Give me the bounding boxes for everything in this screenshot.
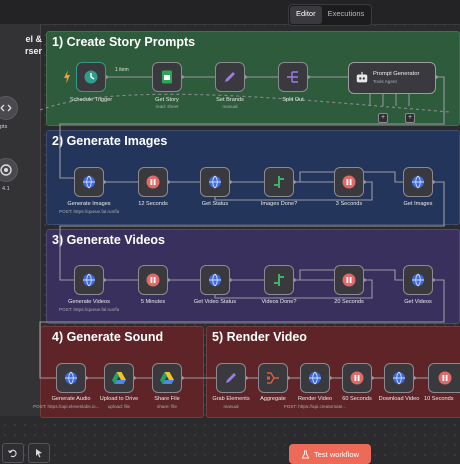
- pause-icon: [146, 175, 160, 189]
- drive-icon: [112, 372, 126, 384]
- node-share-file[interactable]: [152, 363, 182, 393]
- pause-icon: [438, 371, 451, 385]
- globe-icon: [412, 175, 424, 189]
- flask-icon: [301, 449, 310, 459]
- label-schedule-trigger: Schedule Trigger: [69, 97, 113, 103]
- test-workflow-label: Test workflow: [313, 449, 359, 459]
- node-grab-elements[interactable]: [216, 363, 246, 393]
- node-get-images[interactable]: [403, 167, 433, 197]
- label-generate-images: Generate Images: [67, 201, 111, 207]
- node-videos-done[interactable]: [264, 265, 294, 295]
- globe-icon: [412, 273, 424, 287]
- label-images-done: Images Done?: [260, 201, 298, 207]
- label-wait-12-seconds: 12 Seconds: [138, 201, 168, 207]
- node-images-done[interactable]: [264, 167, 294, 197]
- label-share-file: Share File: [154, 396, 180, 402]
- sub-generate-images: POST: https://queue.fal.run/fal...: [59, 209, 119, 214]
- test-workflow-button[interactable]: Test workflow: [289, 444, 371, 464]
- node-wait-12-seconds[interactable]: [138, 167, 168, 197]
- select-tool-button[interactable]: [28, 443, 50, 463]
- pencil-icon: [226, 373, 236, 383]
- label-get-video-status: Get Video Status: [193, 299, 237, 305]
- sub-render-video: POST: https://api.creatomate...: [283, 404, 347, 409]
- globe-icon: [309, 371, 321, 385]
- node-upload-to-drive[interactable]: [104, 363, 134, 393]
- pencil-icon: [225, 72, 235, 82]
- node-generate-videos[interactable]: [74, 265, 104, 295]
- node-aggregate[interactable]: [258, 363, 288, 393]
- pause-icon: [342, 273, 356, 287]
- node-set-brands[interactable]: [215, 62, 245, 92]
- label-videos-done: Videos Done?: [261, 299, 297, 305]
- sub-grab-elements: manual: [223, 404, 239, 409]
- label-wait-5-minutes: 5 Minutes: [140, 299, 166, 305]
- sheets-icon: [162, 70, 172, 84]
- node-get-status[interactable]: [200, 167, 230, 197]
- node-wait-5-minutes[interactable]: [138, 265, 168, 295]
- drive-icon: [160, 372, 174, 384]
- globe-icon: [83, 175, 95, 189]
- label-get-story: Get Story: [155, 97, 179, 103]
- node-get-video-status[interactable]: [200, 265, 230, 295]
- label-prompt-generator: Prompt Generator: [373, 71, 420, 77]
- node-split-out[interactable]: [278, 62, 308, 92]
- label-get-videos: Get Videos: [404, 299, 432, 305]
- pause-icon: [146, 273, 160, 287]
- node-generate-images[interactable]: [74, 167, 104, 197]
- globe-icon: [83, 273, 95, 287]
- globe-icon: [65, 371, 77, 385]
- node-wait-60-seconds[interactable]: [342, 363, 372, 393]
- label-generate-videos: Generate Videos: [68, 299, 110, 305]
- node-render-video[interactable]: [300, 363, 330, 393]
- node-generate-audio[interactable]: [56, 363, 86, 393]
- sub-get-story: read: sheet: [155, 104, 179, 109]
- undo-icon: [8, 449, 17, 458]
- split-icon: [287, 71, 298, 83]
- node-wait-3-seconds[interactable]: [334, 167, 364, 197]
- sub-prompt-generator: Tools Agent: [373, 79, 397, 84]
- node-get-videos[interactable]: [403, 265, 433, 295]
- node-prompt-generator[interactable]: Prompt Generator Tools Agent: [348, 62, 436, 94]
- label-download-video: Download Video: [378, 396, 420, 402]
- pause-icon: [350, 371, 364, 385]
- robot-icon: [356, 71, 368, 83]
- globe-icon: [393, 371, 405, 385]
- globe-icon: [209, 175, 221, 189]
- undo-button[interactable]: [2, 443, 24, 463]
- aggregate-icon: [267, 372, 279, 384]
- cursor-icon: [36, 449, 42, 458]
- node-download-video[interactable]: [384, 363, 414, 393]
- node-wait-10-seconds[interactable]: [428, 363, 460, 393]
- globe-icon: [209, 273, 221, 287]
- node-schedule-trigger[interactable]: [76, 62, 106, 92]
- node-wait-20-seconds[interactable]: [334, 265, 364, 295]
- pause-icon: [342, 175, 356, 189]
- label-wait-20-seconds: 20 Seconds: [334, 299, 364, 305]
- label-split-out: Split Out: [282, 97, 304, 103]
- add-parser-button[interactable]: +: [405, 113, 415, 123]
- add-tool-button[interactable]: +: [378, 113, 388, 123]
- sub-share-file: share: file: [157, 404, 177, 409]
- sub-set-brands: manual: [222, 104, 238, 109]
- sub-generate-videos: POST: https://queue.fal.run/fal...: [59, 307, 119, 312]
- label-wait-3-seconds: 3 Seconds: [335, 201, 363, 207]
- node-get-story[interactable]: [152, 62, 182, 92]
- edge-label-items: 1 item: [115, 67, 129, 73]
- edge-getimages-genvideos: [59, 181, 445, 281]
- label-set-brands: Set Brands: [216, 97, 244, 103]
- if-icon: [274, 176, 284, 188]
- if-icon: [274, 274, 284, 286]
- label-get-images: Get Images: [403, 201, 433, 207]
- clock-icon: [84, 70, 98, 84]
- label-get-status: Get Status: [201, 201, 229, 207]
- label-wait-10-seconds: 10 Seconds: [424, 396, 454, 402]
- lightning-icon: [64, 70, 70, 84]
